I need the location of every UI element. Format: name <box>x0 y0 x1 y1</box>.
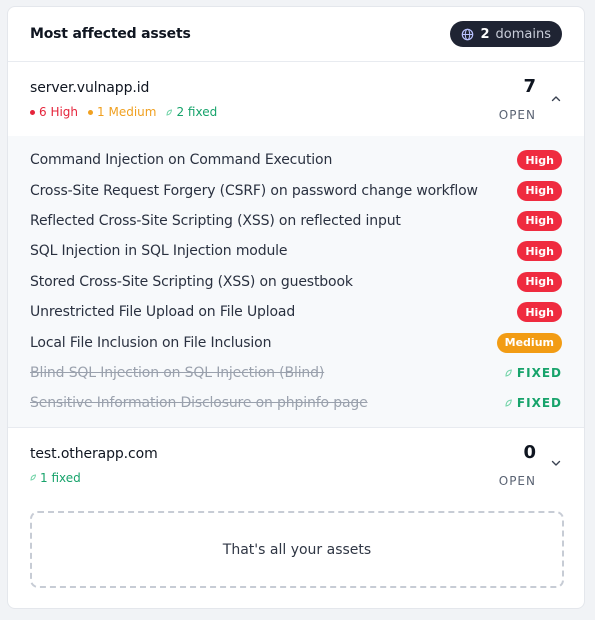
open-count: 7 <box>523 76 536 97</box>
asset-row-test-otherapp[interactable]: test.otherapp.com 1 fixed 0 OPEN <box>8 428 584 502</box>
severity-badge: High <box>517 241 562 262</box>
vuln-title: Stored Cross-Site Scripting (XSS) on gue… <box>30 273 353 290</box>
medium-dot-icon <box>88 109 94 115</box>
asset-stats: 1 fixed <box>30 471 81 485</box>
medium-count: 1 Medium <box>88 105 156 119</box>
domains-badge: 2 domains <box>450 21 562 47</box>
list-item[interactable]: Command Injection on Command Execution H… <box>8 145 584 175</box>
list-item[interactable]: SQL Injection in SQL Injection module Hi… <box>8 236 584 266</box>
leaf-icon <box>505 399 512 407</box>
vuln-title: Reflected Cross-Site Scripting (XSS) on … <box>30 212 401 229</box>
vulnerability-list: Command Injection on Command Execution H… <box>8 136 584 428</box>
domains-count: 2 <box>480 26 490 42</box>
vuln-title: Sensitive Information Disclosure on phpi… <box>30 395 368 412</box>
severity-badge: High <box>517 150 562 171</box>
list-item[interactable]: Stored Cross-Site Scripting (XSS) on gue… <box>8 267 584 297</box>
fixed-badge: FIXED <box>505 366 562 380</box>
fixed-badge: FIXED <box>505 396 562 410</box>
list-item[interactable]: Cross-Site Request Forgery (CSRF) on pas… <box>8 175 584 205</box>
chevron-up-icon[interactable] <box>550 92 562 104</box>
vuln-title: Unrestricted File Upload on File Upload <box>30 304 296 321</box>
leaf-icon <box>30 474 36 481</box>
high-count: 6 High <box>30 105 78 119</box>
list-item[interactable]: Unrestricted File Upload on File Upload … <box>8 297 584 327</box>
vuln-title: Command Injection on Command Execution <box>30 152 333 169</box>
list-item[interactable]: Blind SQL Injection on SQL Injection (Bl… <box>8 358 584 388</box>
fixed-count: 1 fixed <box>30 471 81 485</box>
most-affected-assets-card: Most affected assets 2 domains server.vu… <box>7 6 585 609</box>
open-label: OPEN <box>498 108 536 122</box>
list-item[interactable]: Sensitive Information Disclosure on phpi… <box>8 388 584 418</box>
vuln-title: Local File Inclusion on File Inclusion <box>30 334 272 351</box>
leaf-icon <box>505 369 512 377</box>
open-label: OPEN <box>498 473 536 488</box>
fixed-count: 2 fixed <box>166 105 217 119</box>
severity-badge: Medium <box>496 332 562 353</box>
severity-badge: High <box>517 302 562 323</box>
asset-name: test.otherapp.com <box>30 445 158 462</box>
severity-badge: High <box>517 271 562 292</box>
domains-label: domains <box>495 26 551 42</box>
asset-row-server-vulnapp[interactable]: server.vulnapp.id 6 High 1 Medium 2 fixe… <box>8 62 584 136</box>
card-header: Most affected assets 2 domains <box>8 7 584 62</box>
severity-badge: High <box>517 210 562 231</box>
asset-name: server.vulnapp.id <box>30 80 150 96</box>
leaf-icon <box>166 108 173 116</box>
chevron-down-icon[interactable] <box>550 458 562 470</box>
vuln-title: Cross-Site Request Forgery (CSRF) on pas… <box>30 182 478 199</box>
open-count: 0 <box>523 441 536 463</box>
severity-badge: High <box>517 180 562 201</box>
globe-icon <box>462 28 474 40</box>
card-title: Most affected assets <box>30 26 191 42</box>
list-item[interactable]: Reflected Cross-Site Scripting (XSS) on … <box>8 206 584 236</box>
high-dot-icon <box>30 109 35 115</box>
end-of-list-message: That's all your assets <box>30 511 564 588</box>
vuln-title: Blind SQL Injection on SQL Injection (Bl… <box>30 364 325 381</box>
asset-stats: 6 High 1 Medium 2 fixed <box>30 105 217 119</box>
list-item[interactable]: Local File Inclusion on File Inclusion M… <box>8 327 584 357</box>
vuln-title: SQL Injection in SQL Injection module <box>30 243 288 260</box>
